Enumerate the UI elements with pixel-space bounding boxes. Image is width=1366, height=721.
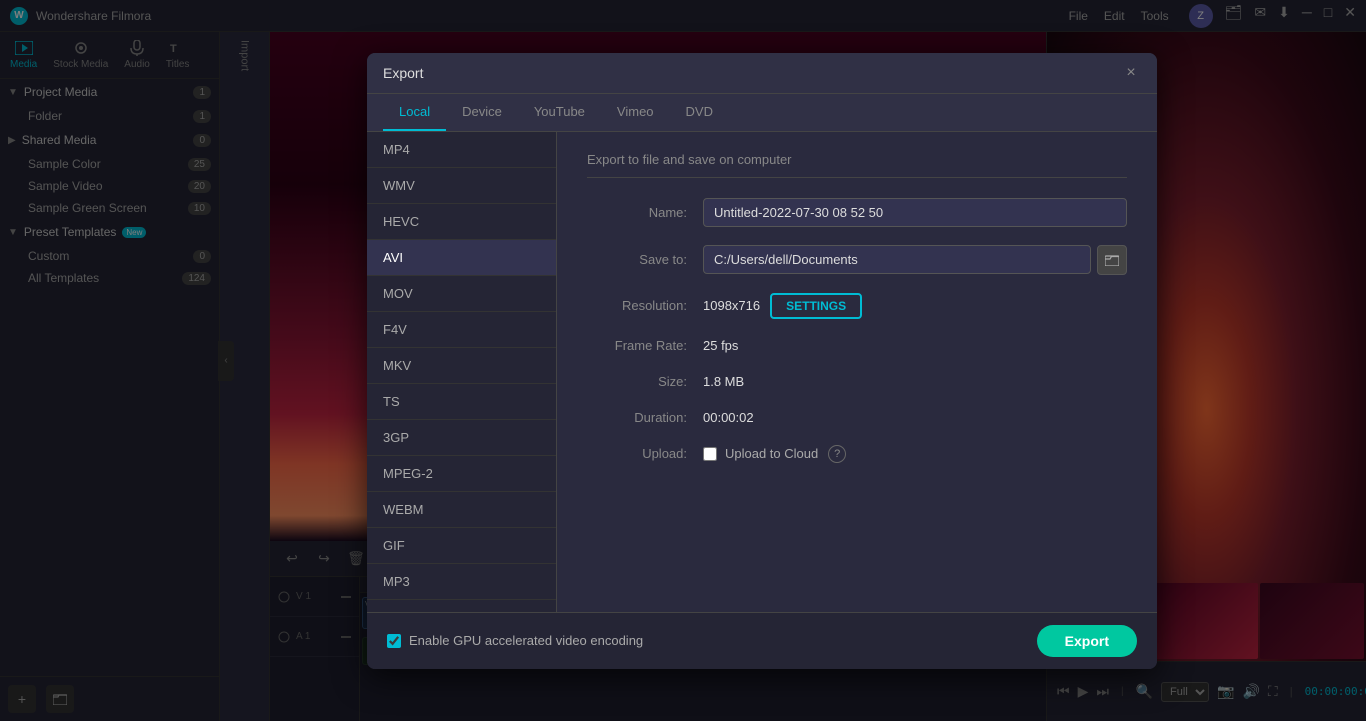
- resolution-field-value: 1098x716 SETTINGS: [703, 293, 1127, 319]
- export-button[interactable]: Export: [1037, 625, 1137, 657]
- tab-dvd[interactable]: DVD: [670, 94, 729, 131]
- format-mkv[interactable]: MKV: [367, 348, 556, 384]
- dialog-tabs: Local Device YouTube Vimeo DVD: [367, 94, 1157, 132]
- frame-rate-field-value: 25 fps: [703, 337, 1127, 355]
- upload-cloud-checkbox[interactable]: [703, 447, 717, 461]
- format-list: MP4 WMV HEVC AVI MOV F4V MKV TS 3GP MPEG…: [367, 132, 557, 612]
- format-mp4[interactable]: MP4: [367, 132, 556, 168]
- upload-field-value: Upload to Cloud ?: [703, 445, 1127, 463]
- name-field-row: Name:: [587, 198, 1127, 227]
- resolution-label: Resolution:: [587, 298, 687, 313]
- duration-value: 00:00:02: [703, 410, 754, 425]
- path-input-wrapper: [703, 245, 1127, 275]
- export-settings-panel: Export to file and save on computer Name…: [557, 132, 1157, 612]
- upload-cloud-label[interactable]: Upload to Cloud: [725, 446, 818, 461]
- resolution-field-row: Resolution: 1098x716 SETTINGS: [587, 293, 1127, 319]
- frame-rate-label: Frame Rate:: [587, 338, 687, 353]
- dialog-body: MP4 WMV HEVC AVI MOV F4V MKV TS 3GP MPEG…: [367, 132, 1157, 612]
- format-mpeg2[interactable]: MPEG-2: [367, 456, 556, 492]
- dialog-footer: Enable GPU accelerated video encoding Ex…: [367, 612, 1157, 669]
- save-to-input[interactable]: [703, 245, 1091, 274]
- frame-rate-value: 25 fps: [703, 338, 738, 353]
- format-f4v[interactable]: F4V: [367, 312, 556, 348]
- dialog-close-button[interactable]: ×: [1121, 63, 1141, 83]
- size-value: 1.8 MB: [703, 374, 744, 389]
- app-window: W Wondershare Filmora File Edit Tools Z …: [0, 0, 1366, 721]
- format-avi[interactable]: AVI: [367, 240, 556, 276]
- upload-field-row: Upload: Upload to Cloud ?: [587, 445, 1127, 463]
- tab-youtube[interactable]: YouTube: [518, 94, 601, 131]
- browse-folder-button[interactable]: [1097, 245, 1127, 275]
- size-label: Size:: [587, 374, 687, 389]
- export-header-text: Export to file and save on computer: [587, 152, 1127, 178]
- format-mp3[interactable]: MP3: [367, 564, 556, 600]
- save-to-field-value: [703, 245, 1127, 275]
- tab-local[interactable]: Local: [383, 94, 446, 131]
- size-field-value: 1.8 MB: [703, 373, 1127, 391]
- name-input[interactable]: [703, 198, 1127, 227]
- gpu-label[interactable]: Enable GPU accelerated video encoding: [409, 633, 643, 648]
- tab-vimeo[interactable]: Vimeo: [601, 94, 670, 131]
- settings-button[interactable]: SETTINGS: [770, 293, 862, 319]
- gpu-checkbox[interactable]: [387, 634, 401, 648]
- duration-field-row: Duration: 00:00:02: [587, 409, 1127, 427]
- frame-rate-field-row: Frame Rate: 25 fps: [587, 337, 1127, 355]
- save-to-field-row: Save to:: [587, 245, 1127, 275]
- format-hevc[interactable]: HEVC: [367, 204, 556, 240]
- dialog-title-text: Export: [383, 65, 1121, 81]
- format-wmv[interactable]: WMV: [367, 168, 556, 204]
- format-ts[interactable]: TS: [367, 384, 556, 420]
- format-gif[interactable]: GIF: [367, 528, 556, 564]
- format-3gp[interactable]: 3GP: [367, 420, 556, 456]
- name-label: Name:: [587, 205, 687, 220]
- tab-device[interactable]: Device: [446, 94, 518, 131]
- format-mov[interactable]: MOV: [367, 276, 556, 312]
- duration-field-value: 00:00:02: [703, 409, 1127, 427]
- gpu-checkbox-wrapper: Enable GPU accelerated video encoding: [387, 633, 643, 648]
- upload-help-icon[interactable]: ?: [828, 445, 846, 463]
- resolution-value: 1098x716: [703, 298, 760, 313]
- size-field-row: Size: 1.8 MB: [587, 373, 1127, 391]
- export-dialog: Export × Local Device YouTube Vimeo DVD …: [367, 53, 1157, 669]
- save-to-label: Save to:: [587, 252, 687, 267]
- format-webm[interactable]: WEBM: [367, 492, 556, 528]
- upload-cloud-checkbox-wrapper: Upload to Cloud: [703, 446, 818, 461]
- resolution-row: 1098x716 SETTINGS: [703, 293, 1127, 319]
- name-field-value: [703, 198, 1127, 227]
- dialog-title-bar: Export ×: [367, 53, 1157, 94]
- upload-row: Upload to Cloud ?: [703, 445, 1127, 463]
- upload-label: Upload:: [587, 446, 687, 461]
- duration-label: Duration:: [587, 410, 687, 425]
